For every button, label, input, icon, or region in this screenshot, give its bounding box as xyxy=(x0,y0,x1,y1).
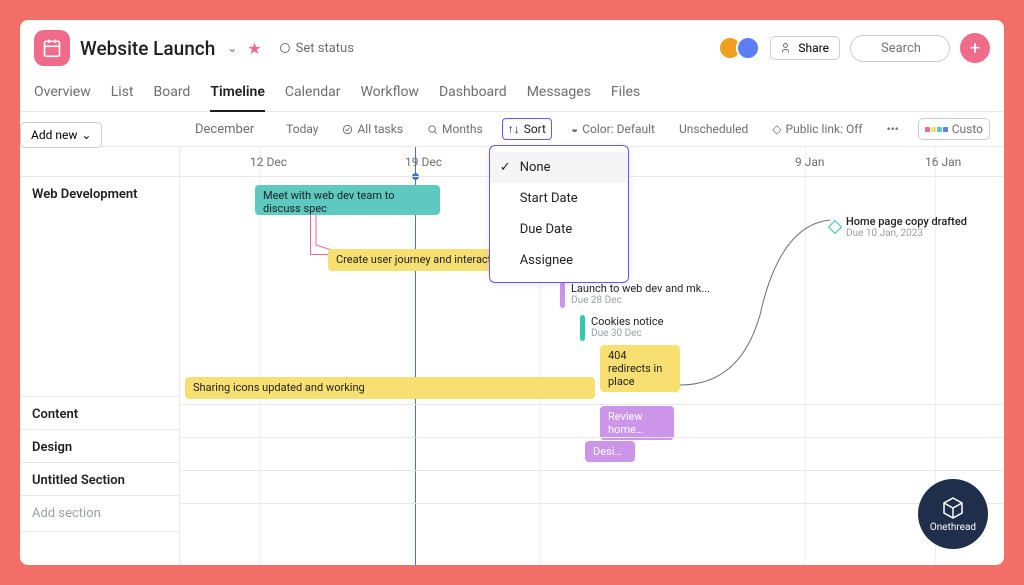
view-tabs: Overview List Board Timeline Calendar Wo… xyxy=(20,76,1004,112)
milestone-homepage-copy[interactable]: Home page copy drafted Due 10 Jan, 2023 xyxy=(830,215,967,239)
sort-option-start-date[interactable]: Start Date xyxy=(490,183,628,214)
timeline-toolbar: Add new ⌄ December Today All tasks Month… xyxy=(20,112,1004,147)
section-content[interactable]: Content xyxy=(20,397,179,430)
sort-icon: ↑↓ xyxy=(508,122,520,136)
share-label: Share xyxy=(798,41,829,55)
search-wrap xyxy=(850,35,950,62)
task-bar-review-home[interactable]: Review home… xyxy=(600,406,674,440)
tab-dashboard[interactable]: Dashboard xyxy=(439,76,507,111)
customize-button[interactable]: Custo xyxy=(918,118,990,140)
milestone-title: Home page copy drafted xyxy=(846,215,967,228)
today-button[interactable]: Today xyxy=(281,119,323,139)
project-icon xyxy=(34,30,70,66)
sort-button[interactable]: ↑↓ Sort None Start Date Due Date Assigne… xyxy=(502,118,552,140)
avatar xyxy=(736,36,760,60)
milestone-due: Due 10 Jan, 2023 xyxy=(846,228,967,239)
diamond-icon xyxy=(828,220,842,234)
zoom-icon xyxy=(427,124,438,135)
sort-option-assignee[interactable]: Assignee xyxy=(490,245,628,276)
all-tasks-label: All tasks xyxy=(357,122,403,136)
more-button[interactable]: ••• xyxy=(882,119,904,139)
app-window: Website Launch ⌄ ★ Set status Share + xyxy=(20,20,1004,565)
month-label: December xyxy=(195,122,254,137)
dependency-curve xyxy=(680,215,835,395)
project-header: Website Launch ⌄ ★ Set status Share + xyxy=(20,20,1004,76)
sort-option-due-date[interactable]: Due Date xyxy=(490,214,628,245)
color-dots-icon xyxy=(925,127,948,132)
unscheduled-button[interactable]: Unscheduled xyxy=(674,119,753,139)
task-title: Cookies notice xyxy=(591,315,663,328)
add-button[interactable]: + xyxy=(960,33,990,63)
add-section-button[interactable]: Add section xyxy=(20,496,179,532)
set-status-label: Set status xyxy=(296,41,354,56)
section-untitled[interactable]: Untitled Section xyxy=(20,463,179,496)
add-new-button[interactable]: Add new ⌄ xyxy=(20,122,102,148)
search-input[interactable] xyxy=(850,35,950,62)
tab-files[interactable]: Files xyxy=(611,76,640,111)
cube-icon xyxy=(941,496,965,520)
months-label: Months xyxy=(442,122,483,136)
date-col: 12 Dec xyxy=(250,155,287,169)
zoom-months[interactable]: Months xyxy=(422,119,488,139)
brand-label: Onethread xyxy=(930,522,976,533)
date-col: 9 Jan xyxy=(795,155,825,169)
chevron-down-icon: ⌄ xyxy=(81,128,91,142)
public-link-label: Public link: Off xyxy=(786,122,863,136)
tab-board[interactable]: Board xyxy=(154,76,191,111)
people-icon xyxy=(781,42,793,54)
task-due: Due 30 Dec xyxy=(591,328,663,339)
status-circle-icon xyxy=(280,43,290,53)
section-web-development[interactable]: Web Development xyxy=(20,177,179,397)
member-avatars[interactable] xyxy=(718,36,760,60)
task-bar-redirects[interactable]: 404 redirects in place xyxy=(600,345,680,392)
color-button[interactable]: ◒ Color: Default xyxy=(566,119,660,139)
tab-overview[interactable]: Overview xyxy=(34,76,91,111)
brand-badge: Onethread xyxy=(918,479,988,549)
tab-timeline[interactable]: Timeline xyxy=(210,76,265,112)
task-bar-sharing-icons[interactable]: Sharing icons updated and working xyxy=(185,377,595,399)
tab-list[interactable]: List xyxy=(111,76,134,111)
header-right: Share + xyxy=(718,33,990,63)
share-button[interactable]: Share xyxy=(770,36,840,60)
date-col: 16 Jan xyxy=(925,155,961,169)
date-col: 19 Dec xyxy=(405,155,442,169)
all-tasks-filter[interactable]: All tasks xyxy=(337,119,408,139)
public-link-button[interactable]: ◇ Public link: Off xyxy=(767,119,867,139)
star-icon[interactable]: ★ xyxy=(247,39,261,58)
sort-dropdown: None Start Date Due Date Assignee xyxy=(489,145,629,283)
tab-messages[interactable]: Messages xyxy=(527,76,591,111)
section-design[interactable]: Design xyxy=(20,430,179,463)
drop-icon: ◒ xyxy=(571,122,578,136)
tab-calendar[interactable]: Calendar xyxy=(285,76,341,111)
task-bar-design[interactable]: Desi… xyxy=(585,441,635,462)
set-status-button[interactable]: Set status xyxy=(280,41,354,56)
chevron-down-icon[interactable]: ⌄ xyxy=(227,41,237,55)
sections-column: Web Development Content Design Untitled … xyxy=(20,147,180,565)
tab-workflow[interactable]: Workflow xyxy=(360,76,419,111)
add-new-label: Add new xyxy=(31,128,77,142)
check-circle-icon xyxy=(342,124,353,135)
sort-label: Sort xyxy=(524,122,546,136)
link-icon: ◇ xyxy=(772,122,781,136)
task-bar-meet-spec[interactable]: Meet with web dev team to discuss spec xyxy=(255,185,440,215)
project-title: Website Launch xyxy=(80,37,215,60)
customize-label: Custo xyxy=(952,122,983,136)
task-cookies[interactable]: Cookies notice Due 30 Dec xyxy=(580,315,663,341)
color-label: Color: Default xyxy=(582,122,655,136)
sort-option-none[interactable]: None xyxy=(490,152,628,183)
